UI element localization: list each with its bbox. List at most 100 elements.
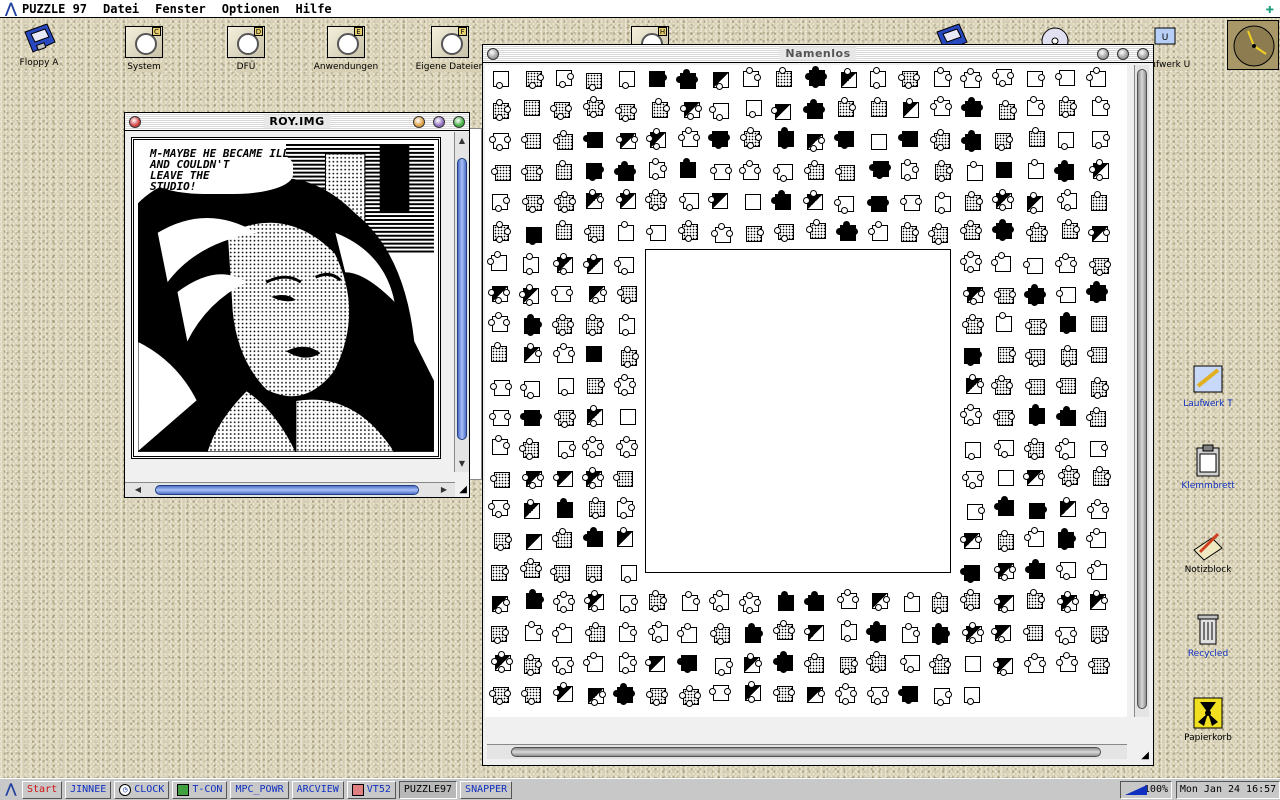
puzzle-piece[interactable] — [962, 374, 985, 396]
puzzle-piece[interactable] — [679, 98, 702, 121]
puzzle-piece[interactable] — [959, 589, 982, 612]
puzzle-piece[interactable] — [1056, 311, 1078, 334]
puzzle-piece[interactable] — [554, 437, 576, 459]
volume-control[interactable]: 100% — [1120, 780, 1172, 799]
puzzle-piece[interactable] — [897, 221, 919, 244]
puzzle-piece[interactable] — [1087, 622, 1110, 644]
puzzle-piece[interactable] — [522, 588, 544, 611]
puzzle-piece[interactable] — [803, 653, 826, 675]
desktop-icon-laufwerk-t[interactable]: Laufwerk T — [1170, 362, 1246, 409]
puzzle-piece[interactable] — [1054, 437, 1077, 460]
puzzle-piece[interactable] — [928, 592, 950, 615]
puzzle-piece[interactable] — [1023, 652, 1046, 675]
puzzle-board[interactable] — [485, 65, 1127, 717]
puzzle-piece[interactable] — [931, 160, 954, 183]
puzzle-piece[interactable] — [1089, 465, 1111, 488]
puzzle-piece[interactable] — [487, 282, 510, 304]
puzzle-piece[interactable] — [645, 67, 668, 89]
puzzle-piece[interactable] — [645, 221, 668, 243]
desktop-icon-anwendungen[interactable]: E Anwendungen — [301, 26, 391, 72]
puzzle-piece[interactable] — [583, 96, 606, 119]
puzzle-piece[interactable] — [616, 282, 639, 304]
puzzle-piece[interactable] — [614, 373, 637, 396]
puzzle-piece[interactable] — [490, 376, 513, 398]
puzzle-piece[interactable] — [616, 129, 639, 151]
puzzle-piece[interactable] — [961, 652, 983, 674]
puzzle-window[interactable]: Namenlos ◢ — [482, 44, 1154, 766]
puzzle-piece[interactable] — [802, 98, 825, 121]
puzzle-piece[interactable] — [487, 342, 509, 364]
puzzle-piece[interactable] — [519, 283, 541, 306]
puzzle-piece[interactable] — [960, 683, 982, 705]
puzzle-piece[interactable] — [614, 221, 636, 243]
puzzle-piece[interactable] — [929, 128, 952, 151]
puzzle-piece[interactable] — [489, 220, 511, 243]
puzzle-piece[interactable] — [614, 100, 637, 122]
desktop-icon-klemmbrett[interactable]: Klemmbrett — [1170, 444, 1246, 491]
puzzle-piece[interactable] — [770, 100, 793, 122]
puzzle-piece[interactable] — [837, 619, 859, 642]
puzzle-piece[interactable] — [993, 284, 1016, 306]
puzzle-piece[interactable] — [961, 622, 984, 645]
taskbar-jinnee-button[interactable]: JINNEE — [65, 780, 112, 799]
puzzle-piece[interactable] — [678, 684, 701, 707]
puzzle-piece[interactable] — [616, 436, 639, 459]
puzzle-piece[interactable] — [552, 681, 575, 704]
puzzle-piece[interactable] — [897, 158, 920, 181]
puzzle-piece[interactable] — [551, 623, 574, 645]
puzzle-target-area[interactable] — [645, 249, 951, 573]
puzzle-piece[interactable] — [868, 157, 891, 180]
puzzle-piece[interactable] — [1025, 345, 1047, 368]
puzzle-piece[interactable] — [709, 68, 731, 91]
minimize-button[interactable] — [413, 116, 425, 128]
puzzle-piece[interactable] — [583, 221, 606, 244]
puzzle-piece[interactable] — [900, 651, 922, 673]
puzzle-piece[interactable] — [836, 653, 858, 675]
desktop-icon-floppy-a[interactable]: Floppy A — [0, 22, 84, 68]
puzzle-piece[interactable] — [992, 654, 1015, 676]
puzzle-piece[interactable] — [521, 621, 543, 643]
roy-window-titlebar[interactable]: ROY.IMG — [125, 113, 469, 131]
puzzle-piece[interactable] — [582, 652, 605, 674]
puzzle-piece[interactable] — [488, 434, 511, 457]
scroll-right-icon[interactable]: ▶ — [437, 485, 451, 494]
puzzle-piece[interactable] — [1087, 376, 1109, 399]
puzzle-piece[interactable] — [553, 130, 575, 152]
atari-start-icon[interactable]: ⋀ — [0, 782, 22, 797]
puzzle-piece[interactable] — [520, 96, 542, 118]
puzzle-piece[interactable] — [520, 557, 543, 580]
puzzle-piece[interactable] — [991, 251, 1013, 274]
puzzle-piece[interactable] — [645, 127, 668, 150]
puzzle-piece[interactable] — [615, 621, 638, 644]
puzzle-piece[interactable] — [1088, 127, 1110, 149]
puzzle-piece[interactable] — [992, 406, 1015, 428]
fullsize-button[interactable] — [1137, 48, 1149, 60]
puzzle-piece[interactable] — [552, 220, 574, 242]
puzzle-piece[interactable] — [1056, 558, 1078, 581]
system-plus-icon[interactable]: ✚ — [1266, 1, 1274, 17]
puzzle-piece[interactable] — [1025, 375, 1047, 397]
puzzle-piece[interactable] — [522, 530, 544, 552]
puzzle-piece[interactable] — [960, 97, 983, 119]
puzzle-piece[interactable] — [613, 467, 635, 489]
puzzle-piece[interactable] — [550, 98, 573, 121]
puzzle-piece[interactable] — [520, 653, 542, 676]
puzzle-piece[interactable] — [521, 683, 543, 706]
puzzle-piece[interactable] — [582, 159, 604, 182]
roy-vertical-scrollbar[interactable]: ▲ ▼ — [454, 132, 469, 472]
puzzle-piece[interactable] — [487, 622, 510, 645]
puzzle-piece[interactable] — [1085, 527, 1108, 550]
puzzle-piece[interactable] — [1025, 127, 1047, 149]
puzzle-piece[interactable] — [613, 527, 635, 549]
puzzle-piece[interactable] — [1024, 315, 1047, 337]
puzzle-piece[interactable] — [994, 466, 1016, 488]
analog-clock-widget[interactable] — [1227, 20, 1279, 70]
puzzle-piece[interactable] — [677, 219, 700, 242]
puzzle-piece[interactable] — [804, 160, 826, 182]
puzzle-piece[interactable] — [616, 405, 638, 427]
puzzle-piece[interactable] — [963, 161, 985, 183]
puzzle-piece[interactable] — [1088, 654, 1111, 676]
puzzle-piece[interactable] — [897, 127, 920, 149]
puzzle-piece[interactable] — [993, 436, 1016, 459]
puzzle-piece[interactable] — [550, 282, 573, 304]
